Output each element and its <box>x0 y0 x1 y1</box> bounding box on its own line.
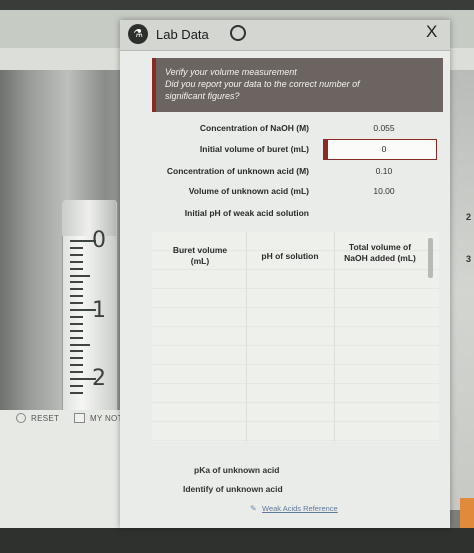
row-label: Volume of unknown acid (mL) <box>188 186 309 196</box>
column-separator <box>246 232 247 442</box>
buret-tick <box>70 315 83 318</box>
row-value: 0.055 <box>373 123 395 133</box>
buret-tick <box>70 246 83 249</box>
header-line: NaOH added (mL) <box>344 253 416 263</box>
buret-tick <box>70 267 83 270</box>
table-scrollbar[interactable] <box>428 238 433 278</box>
buret-tick <box>70 350 83 353</box>
buret-tick <box>70 302 83 305</box>
buret-mark-label: 2 <box>92 366 106 391</box>
buret-tick <box>70 364 83 367</box>
column-separator <box>334 232 335 442</box>
header-line: (mL) <box>190 256 210 266</box>
notice-line: Did you report your data to the correct … <box>165 79 360 89</box>
row-value: 10.00 <box>373 186 395 196</box>
row-label: Concentration of unknown acid (M) <box>166 166 309 176</box>
column-header-ph: pH of solution <box>250 251 330 262</box>
buret-tick <box>70 295 83 298</box>
buret-tick <box>70 371 83 374</box>
identify-acid-label: Identify of unknown acid <box>183 484 283 494</box>
data-row: Concentration of unknown acid (M) 0.10 <box>152 161 439 181</box>
row-value: 0.10 <box>375 166 393 176</box>
buret-tick <box>70 260 83 263</box>
header-line: pH of solution <box>261 251 319 261</box>
buret-tick <box>70 281 83 284</box>
buret-tick <box>70 384 83 387</box>
buret-tick <box>70 322 83 325</box>
row-label: Concentration of NaOH (M) <box>199 123 309 133</box>
header-line: Total volume of <box>348 242 412 252</box>
panel-title: Lab Data <box>156 27 209 42</box>
reset-label: RESET <box>31 413 60 423</box>
notice-line: Verify your volume measurement <box>165 67 297 77</box>
data-row: Volume of unknown acid (mL) 10.00 <box>152 181 439 201</box>
buret-tick <box>70 329 83 332</box>
row-value: 0 <box>381 144 387 154</box>
column-header-buret-volume: Buret volume (mL) <box>160 245 240 267</box>
buret-top <box>62 200 116 236</box>
column-header-total-volume: Total volume of NaOH added (mL) <box>336 242 424 264</box>
screen-top-edge <box>0 0 474 10</box>
notice-line: significant figures? <box>165 91 240 101</box>
row-label: Initial pH of weak acid solution <box>184 208 309 218</box>
row-label: Initial volume of buret (mL) <box>199 144 309 154</box>
orange-tab[interactable] <box>460 498 474 528</box>
screen-bottom-edge <box>0 528 474 553</box>
header-line: Buret volume <box>172 245 228 255</box>
flask-icon: ⚗ <box>128 24 148 44</box>
buret-mark-label: 1 <box>92 298 106 323</box>
data-row: Concentration of NaOH (M) 0.055 <box>152 118 439 138</box>
side-number: 2 <box>466 212 472 222</box>
buret-tick <box>70 391 83 394</box>
link-icon: ✎ <box>250 504 257 513</box>
buret-tick <box>70 357 83 360</box>
notes-icon <box>74 413 85 423</box>
buret-tick <box>70 274 90 277</box>
buret-tick <box>70 253 83 256</box>
buret-tick <box>70 343 90 346</box>
data-row: Initial volume of buret (mL) 0 <box>152 139 439 160</box>
settings-icon[interactable] <box>230 25 246 41</box>
pka-label: pKa of unknown acid <box>194 465 280 475</box>
notice-text: Verify your volume measurement Did you r… <box>165 66 435 102</box>
buret-tick <box>70 288 83 291</box>
reset-icon <box>16 413 26 423</box>
buret-mark-label: 0 <box>92 228 106 253</box>
side-number: 3 <box>466 254 472 264</box>
close-button[interactable]: X <box>426 22 437 42</box>
weak-acids-reference-link[interactable]: Weak Acids Reference <box>262 504 338 513</box>
data-row: Initial pH of weak acid solution <box>152 203 439 223</box>
reset-button[interactable]: RESET <box>16 413 59 423</box>
buret-tick <box>70 336 83 339</box>
